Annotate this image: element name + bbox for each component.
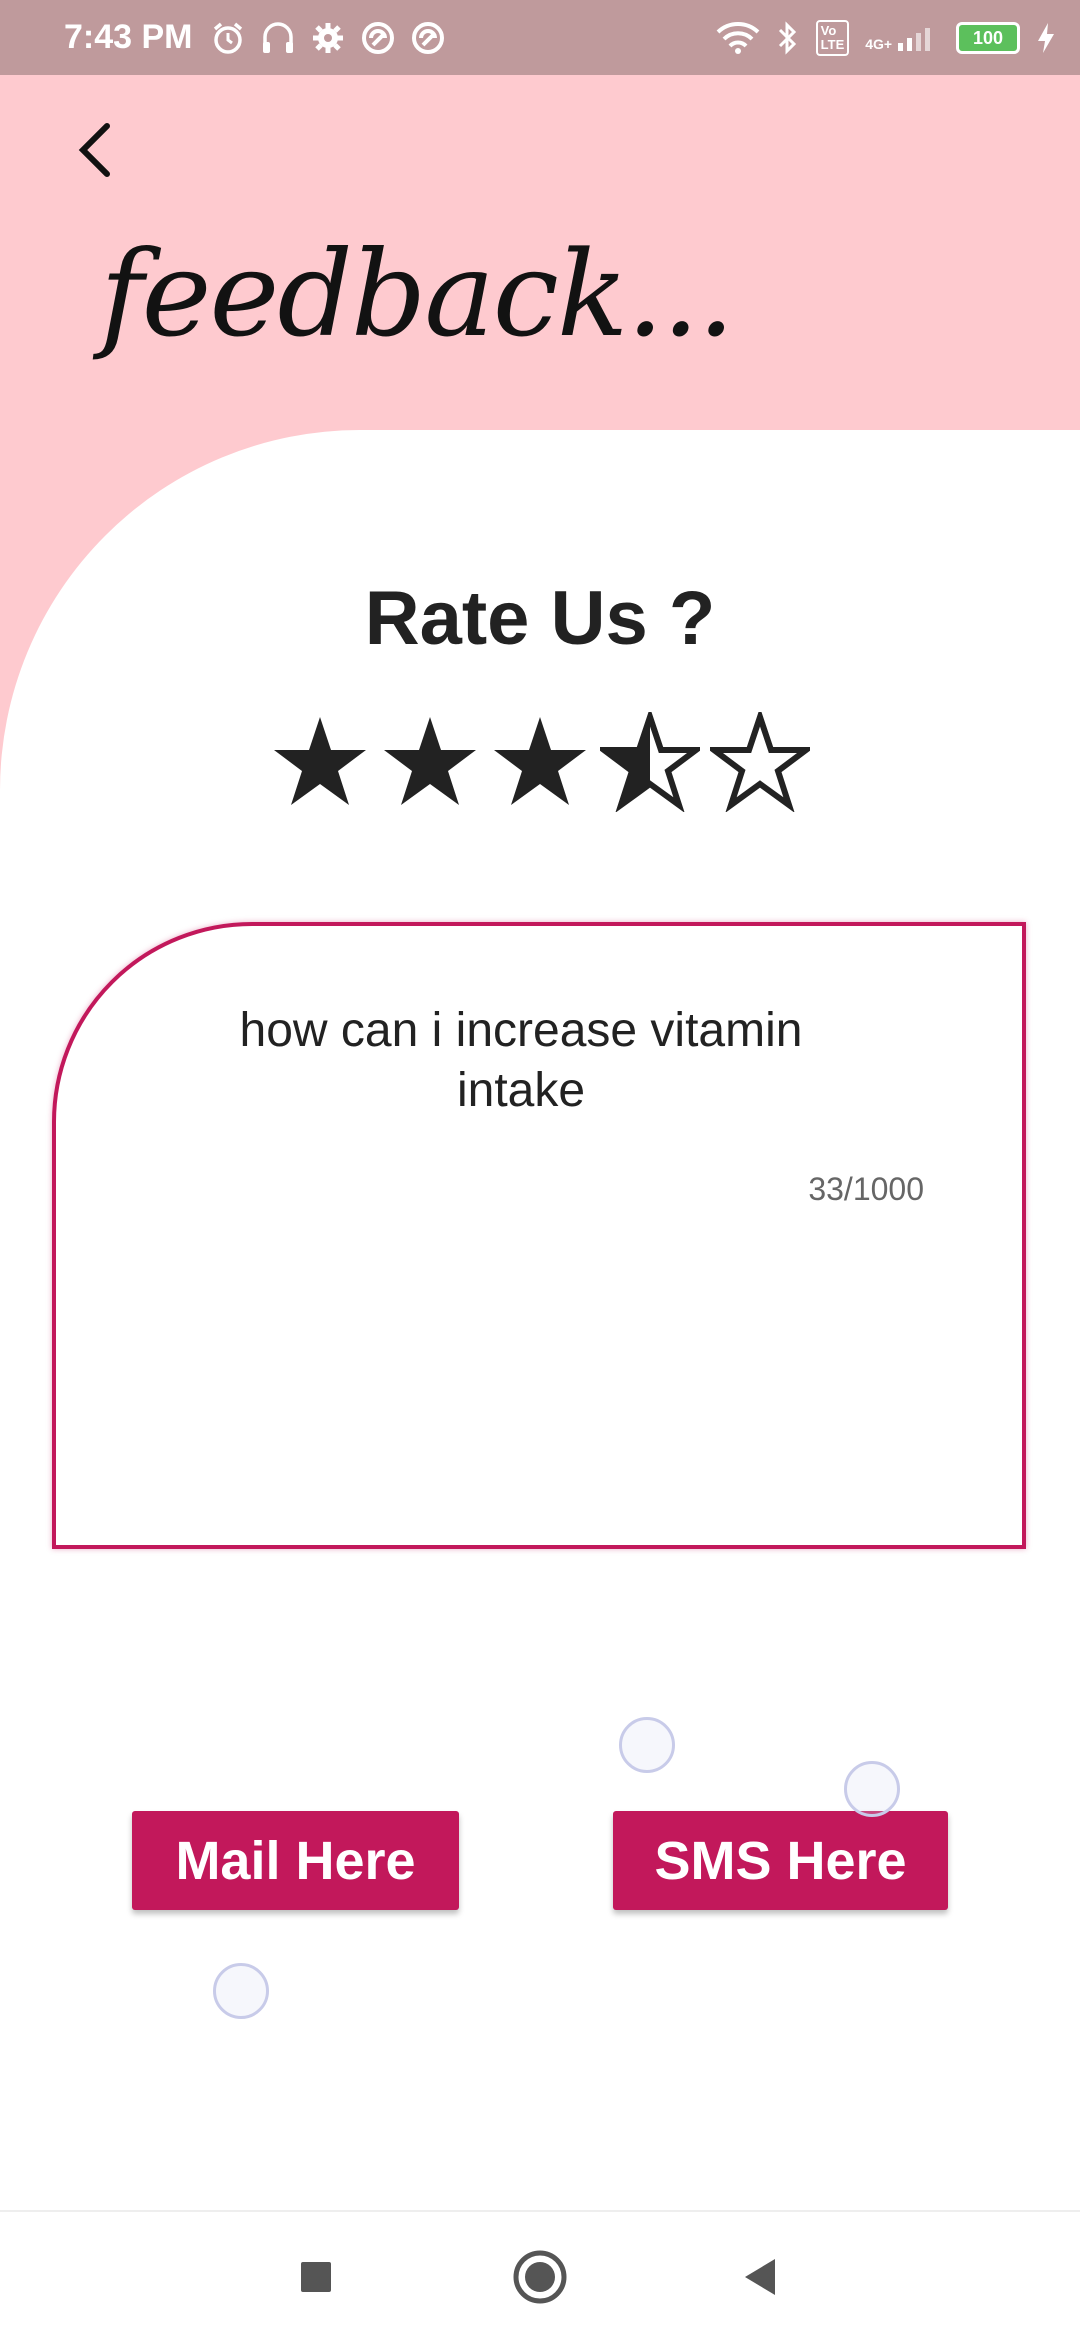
star-half-icon[interactable] (600, 712, 700, 812)
status-right-icons: Vo LTE 4G+ 100 (716, 18, 1056, 58)
back-button[interactable] (60, 115, 130, 185)
battery-icon: 100 (956, 22, 1020, 54)
home-button[interactable] (505, 2242, 575, 2312)
chevron-left-icon (78, 123, 110, 177)
headset-icon (263, 22, 293, 53)
wifi-icon (716, 22, 760, 54)
mail-here-button[interactable]: Mail Here (132, 1811, 459, 1910)
touch-indicator (844, 1761, 900, 1817)
alarm-icon (213, 22, 243, 54)
touch-indicator (213, 1963, 269, 2019)
star-filled-icon[interactable] (490, 712, 590, 812)
char-counter: 33/1000 (808, 1171, 924, 1207)
page-title: feedback... (100, 225, 735, 363)
rate-title: Rate Us ? (364, 576, 716, 661)
vpn-icon (412, 22, 444, 54)
settings-icon (313, 23, 343, 53)
navigation-bar (0, 2210, 1080, 2340)
header: feedback... (0, 75, 1080, 430)
star-empty-icon[interactable] (710, 712, 810, 812)
feedback-input[interactable]: how can i increase vitamin intake 33/100… (52, 922, 1026, 1549)
status-bar: 7:43 PM Vo LTE 4G+ 100 (0, 0, 1080, 75)
sms-here-button[interactable]: SMS Here (613, 1811, 948, 1910)
recents-icon (301, 2262, 331, 2292)
status-left-icons (210, 18, 446, 58)
touch-indicator (619, 1717, 675, 1773)
star-filled-icon[interactable] (270, 712, 370, 812)
star-filled-icon[interactable] (380, 712, 480, 812)
system-back-button[interactable] (725, 2242, 795, 2312)
home-icon (513, 2250, 567, 2304)
volte-icon: Vo LTE (815, 20, 850, 56)
status-time: 7:43 PM (64, 18, 193, 56)
back-icon (745, 2259, 775, 2295)
vpn-icon (362, 22, 394, 54)
network-label: 4G+ (865, 36, 893, 52)
recents-button[interactable] (281, 2242, 351, 2312)
signal-icon: 4G+ (865, 25, 940, 51)
charging-icon (1038, 23, 1054, 53)
rating-stars[interactable] (270, 712, 810, 812)
feedback-text[interactable]: how can i increase vitamin intake (206, 1001, 836, 1121)
bluetooth-icon (778, 21, 796, 55)
